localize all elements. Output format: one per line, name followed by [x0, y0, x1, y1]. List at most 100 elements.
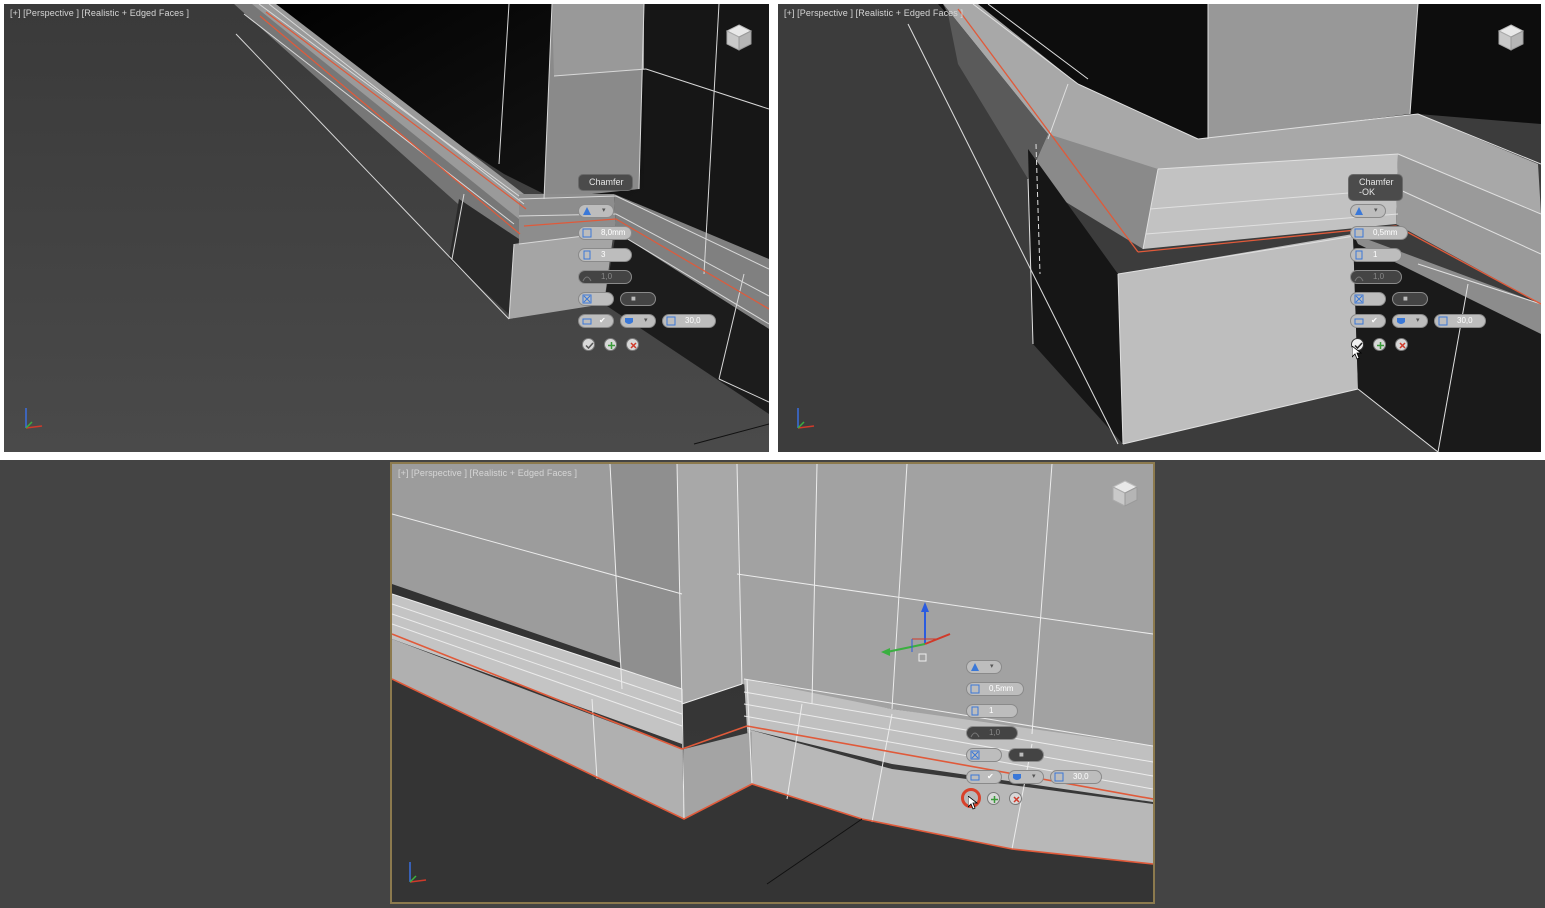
amount-value: 8,0mm — [601, 228, 626, 237]
open-chamfer-toggle[interactable] — [578, 292, 614, 306]
chamfer-amount-field[interactable]: 0,5mm — [966, 682, 1024, 696]
viewcube-icon[interactable] — [1110, 478, 1140, 508]
smooth-threshold-field[interactable]: 30,0 — [662, 314, 716, 328]
chamfer-segments-field[interactable]: 1 — [966, 704, 1018, 718]
smooth-type-icon — [1397, 318, 1405, 324]
chevron-down-icon: ▾ — [602, 207, 606, 214]
smooth-type-dropdown[interactable]: ▾ — [1392, 314, 1428, 328]
smooth-toggle[interactable]: ✔ — [1350, 314, 1386, 328]
chevron-down-icon: ▾ — [1032, 773, 1036, 780]
threshold-value: 30,0 — [685, 316, 701, 325]
amount-value: 0,5mm — [989, 684, 1014, 693]
threshold-icon — [1438, 316, 1448, 326]
chevron-down-icon: ▾ — [990, 663, 994, 670]
segments-icon — [583, 250, 591, 260]
cancel-button[interactable] — [626, 338, 639, 351]
segments-value: 3 — [601, 250, 606, 259]
chamfer-segments-field[interactable]: 1 — [1350, 248, 1402, 262]
smooth-threshold-field[interactable]: 30,0 — [1050, 770, 1102, 784]
caddy-title[interactable]: Chamfer -OK — [1348, 174, 1403, 201]
smooth-icon — [970, 774, 980, 781]
smooth-threshold-field[interactable]: 30,0 — [1434, 314, 1486, 328]
close-icon — [630, 342, 637, 349]
open-chamfer-icon — [970, 750, 980, 760]
open-chamfer-toggle[interactable] — [966, 748, 1002, 762]
smooth-toggle[interactable]: ✔ — [966, 770, 1002, 784]
chamfer-amount-field[interactable]: 8,0mm — [578, 226, 632, 240]
plus-icon — [1377, 342, 1384, 349]
amount-icon — [582, 228, 592, 238]
amount-value: 0,5mm — [1373, 228, 1398, 237]
chamfer-caddy: ▾ 0,5mm 1 1,0 ■ ✔ ▾ 30,0 — [961, 660, 1102, 810]
axis-tripod-icon — [797, 408, 815, 429]
segments-value: 1 — [1373, 250, 1378, 259]
amount-icon — [970, 684, 980, 694]
amount-icon — [1354, 228, 1364, 238]
viewport-bottom[interactable]: [+] [Perspective ] [Realistic + Edged Fa… — [390, 462, 1155, 904]
axis-tripod-icon — [409, 862, 427, 883]
open-chamfer-toggle[interactable] — [1350, 292, 1386, 306]
smooth-toggle[interactable]: ✔ — [578, 314, 614, 328]
caddy-title[interactable]: Chamfer — [578, 174, 633, 191]
cancel-button[interactable] — [1009, 792, 1022, 805]
chevron-down-icon: ▾ — [644, 317, 648, 324]
axis-tripod-icon — [25, 408, 43, 429]
smooth-icon — [582, 318, 592, 325]
tension-value: 1,0 — [601, 272, 613, 281]
invert-icon: ■ — [1403, 294, 1408, 303]
threshold-value: 30,0 — [1457, 316, 1473, 325]
close-icon — [1013, 796, 1020, 803]
mouse-cursor-icon — [968, 796, 978, 810]
apply-button[interactable] — [604, 338, 617, 351]
check-icon: ✔ — [987, 772, 994, 781]
ok-button[interactable] — [582, 338, 595, 351]
threshold-icon — [1054, 772, 1064, 782]
viewcube-icon[interactable] — [1496, 22, 1526, 52]
viewcube-icon[interactable] — [724, 22, 754, 52]
chevron-down-icon: ▾ — [1416, 317, 1420, 324]
chamfer-type-dropdown[interactable]: ▾ — [578, 204, 614, 218]
viewport-top-left[interactable]: [+] [Perspective ] [Realistic + Edged Fa… — [4, 4, 769, 452]
chamfer-type-icon — [1355, 207, 1363, 215]
tension-value: 1,0 — [989, 728, 1001, 737]
tension-value: 1,0 — [1373, 272, 1385, 281]
plus-icon — [991, 796, 998, 803]
apply-button[interactable] — [1373, 338, 1386, 351]
chamfer-amount-field[interactable]: 0,5mm — [1350, 226, 1408, 240]
chamfer-type-icon — [583, 207, 591, 215]
check-icon: ✔ — [1371, 316, 1378, 325]
invert-toggle[interactable]: ■ — [1392, 292, 1428, 306]
cancel-button[interactable] — [1395, 338, 1408, 351]
smooth-icon — [1354, 318, 1364, 325]
chamfer-type-dropdown[interactable]: ▾ — [966, 660, 1002, 674]
check-icon: ✔ — [599, 316, 606, 325]
chamfer-caddy: Chamfer -OK ▾ 0,5mm 1 1,0 ■ ✔ ▾ 30,0 — [1348, 174, 1486, 360]
threshold-icon — [666, 316, 676, 326]
open-chamfer-icon — [1354, 294, 1364, 304]
segments-value: 1 — [989, 706, 994, 715]
smooth-type-dropdown[interactable]: ▾ — [1008, 770, 1044, 784]
close-icon — [1399, 342, 1406, 349]
plus-icon — [608, 342, 615, 349]
smooth-type-icon — [1013, 774, 1021, 780]
invert-icon: ■ — [631, 294, 636, 303]
smooth-type-dropdown[interactable]: ▾ — [620, 314, 656, 328]
chamfer-tension-field[interactable]: 1,0 — [966, 726, 1018, 740]
chevron-down-icon: ▾ — [1374, 207, 1378, 214]
apply-button[interactable] — [987, 792, 1000, 805]
chamfer-tension-field[interactable]: 1,0 — [1350, 270, 1402, 284]
invert-toggle[interactable]: ■ — [620, 292, 656, 306]
tension-icon — [582, 276, 592, 282]
smooth-type-icon — [625, 318, 633, 324]
viewport-top-right[interactable]: [+] [Perspective ] [Realistic + Edged Fa… — [778, 4, 1541, 452]
chamfer-caddy: Chamfer ▾ 8,0mm 3 1,0 ■ ✔ ▾ 30,0 — [578, 174, 716, 354]
invert-toggle[interactable]: ■ — [1008, 748, 1044, 762]
chamfer-tension-field[interactable]: 1,0 — [578, 270, 632, 284]
viewport-label[interactable]: [+] [Perspective ] [Realistic + Edged Fa… — [784, 8, 963, 18]
tension-icon — [970, 732, 980, 738]
chamfer-segments-field[interactable]: 3 — [578, 248, 632, 262]
chamfer-type-icon — [971, 663, 979, 671]
viewport-label[interactable]: [+] [Perspective ] [Realistic + Edged Fa… — [10, 8, 189, 18]
viewport-label[interactable]: [+] [Perspective ] [Realistic + Edged Fa… — [398, 468, 577, 478]
chamfer-type-dropdown[interactable]: ▾ — [1350, 204, 1386, 218]
